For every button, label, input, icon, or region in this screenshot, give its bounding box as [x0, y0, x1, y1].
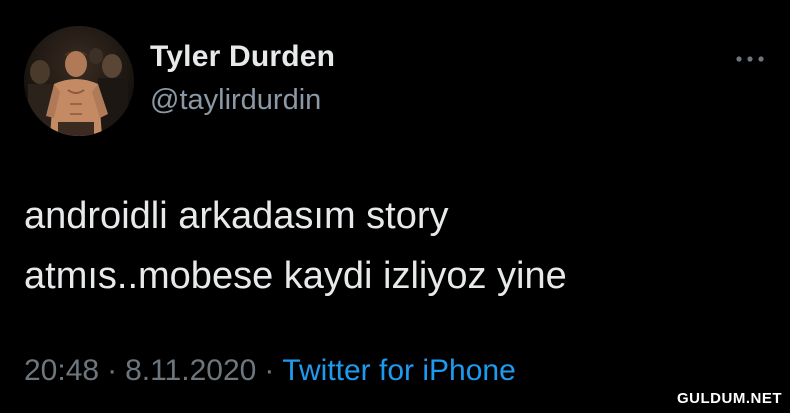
tweet-text-line: androidli arkadasım story — [24, 195, 449, 237]
avatar[interactable] — [24, 26, 134, 136]
display-name[interactable]: Tyler Durden — [150, 40, 335, 74]
tweet-meta: 20:48 · 8.11.2020 · Twitter for iPhone — [24, 354, 516, 388]
tweet-date[interactable]: 8.11.2020 — [125, 354, 256, 387]
tweet-text-line: atmıs..mobese kaydi izliyoz yine — [24, 255, 567, 297]
ellipsis-icon — [736, 56, 764, 62]
user-handle[interactable]: @taylirdurdin — [150, 84, 321, 117]
watermark: GULDUM.NET — [677, 390, 782, 407]
tweet-time[interactable]: 20:48 — [24, 354, 99, 387]
tweet-text: androidli arkadasım story atmıs..mobese … — [24, 186, 764, 306]
more-options-button[interactable] — [728, 44, 772, 74]
meta-separator: · — [107, 354, 118, 387]
meta-separator: · — [264, 354, 275, 387]
tweet-card: Tyler Durden @taylirdurdin androidli ark… — [0, 0, 790, 413]
tweet-source-link[interactable]: Twitter for iPhone — [282, 354, 515, 387]
profile-photo-icon — [24, 26, 134, 136]
